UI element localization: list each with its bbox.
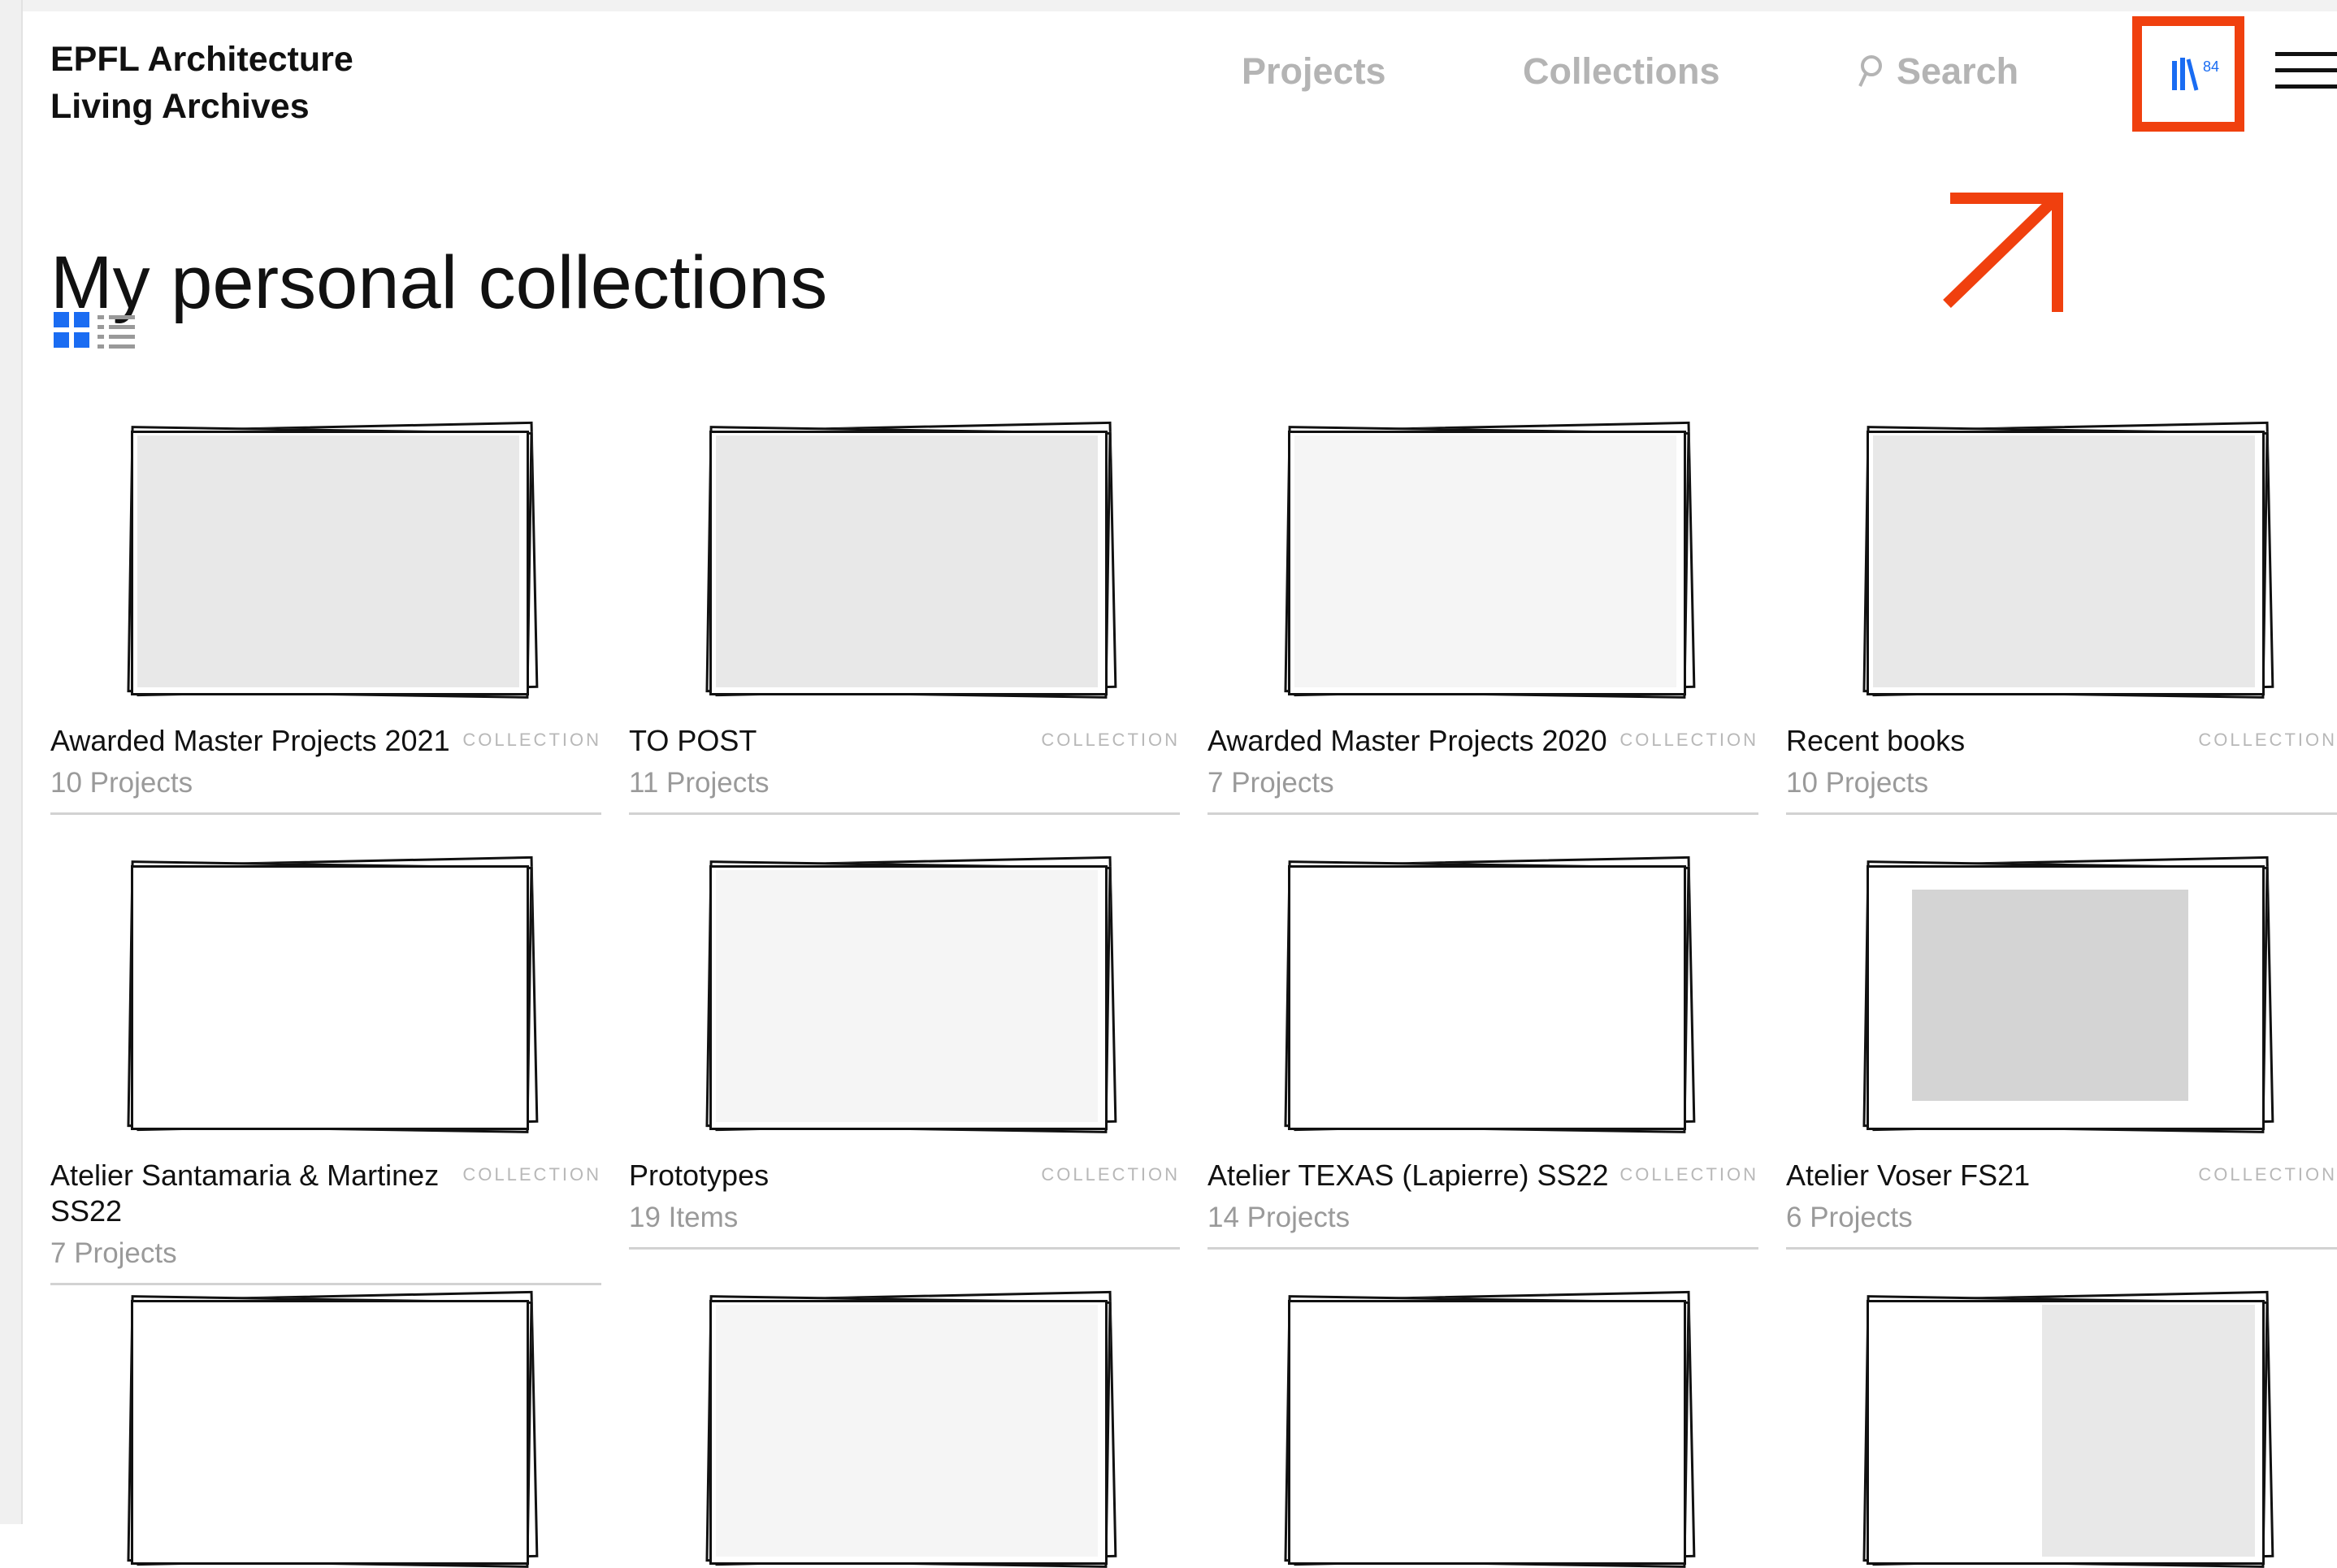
brand-line-1: EPFL Architecture: [50, 40, 353, 79]
nav-search-label: Search: [1897, 50, 2019, 92]
card-divider: [1786, 812, 2337, 815]
brand-line-2: Living Archives: [50, 87, 310, 126]
collections-count-badge: 84: [2203, 58, 2220, 75]
window-left-border: [0, 0, 23, 1524]
collection-thumbnail[interactable]: [1862, 1290, 2274, 1568]
collection-title[interactable]: TO POST: [629, 723, 1035, 759]
card-divider: [1208, 812, 1758, 815]
collection-title[interactable]: Atelier Voser FS21: [1786, 1158, 2192, 1193]
view-toggle: [54, 312, 135, 349]
page-title: My personal collections: [50, 240, 828, 324]
collection-thumbnail[interactable]: [705, 855, 1117, 1133]
collection-thumbnail[interactable]: [127, 855, 539, 1133]
collection-type-label: COLLECTION: [1041, 1164, 1180, 1185]
collection-type-label: COLLECTION: [1041, 730, 1180, 750]
hamburger-line: [2275, 84, 2337, 89]
collection-count: 10 Projects: [50, 767, 193, 799]
collection-type-label: COLLECTION: [1619, 730, 1758, 750]
collection-title[interactable]: Awarded Master Projects 2021: [50, 723, 457, 759]
hamburger-line: [2275, 52, 2337, 56]
collection-title[interactable]: Awarded Master Projects 2020: [1208, 723, 1614, 759]
site-logo[interactable]: EPFL Architecture Living Archives: [50, 36, 353, 130]
card-divider: [629, 1247, 1180, 1250]
collection-count: 14 Projects: [1208, 1202, 1351, 1233]
collection-count: 19 Items: [629, 1202, 739, 1233]
card-divider: [50, 812, 601, 815]
collection-title[interactable]: Recent books: [1786, 723, 2192, 759]
collection-count: 7 Projects: [1208, 767, 1334, 799]
card-divider: [1786, 1247, 2337, 1250]
window-top-border: [0, 0, 2337, 11]
collection-thumbnail[interactable]: [1284, 855, 1696, 1133]
collection-thumbnail[interactable]: [1284, 421, 1696, 699]
search-icon: [1858, 55, 1882, 87]
nav-collections[interactable]: Collections: [1523, 50, 1720, 93]
collection-type-label: COLLECTION: [462, 730, 601, 750]
collection-thumbnail[interactable]: [127, 1290, 539, 1568]
collection-title[interactable]: Prototypes: [629, 1158, 1035, 1193]
collection-type-label: COLLECTION: [2198, 1164, 2337, 1185]
hamburger-line: [2275, 68, 2337, 72]
grid-view-icon[interactable]: [54, 312, 89, 348]
nav-search[interactable]: Search: [1858, 50, 2018, 93]
collection-type-label: COLLECTION: [1619, 1164, 1758, 1185]
collection-count: 10 Projects: [1786, 767, 1929, 799]
collection-title[interactable]: Atelier Santamaria & Martinez SS22: [50, 1158, 457, 1229]
collection-thumbnail[interactable]: [705, 421, 1117, 699]
nav-projects[interactable]: Projects: [1242, 50, 1386, 93]
my-collections-button[interactable]: 84: [2132, 16, 2244, 132]
collection-count: 11 Projects: [629, 767, 770, 799]
card-divider: [1208, 1247, 1758, 1250]
collection-thumbnail[interactable]: [1862, 421, 2274, 699]
collection-thumbnail[interactable]: [1862, 855, 2274, 1133]
card-divider: [50, 1283, 601, 1285]
collection-count: 6 Projects: [1786, 1202, 1913, 1233]
card-divider: [629, 812, 1180, 815]
list-view-icon[interactable]: [98, 312, 135, 349]
collection-thumbnail[interactable]: [705, 1290, 1117, 1568]
collection-thumbnail[interactable]: [1284, 1290, 1696, 1568]
collection-title[interactable]: Atelier TEXAS (Lapierre) SS22: [1208, 1158, 1614, 1193]
highlight-arrow-icon: [1943, 193, 2063, 312]
collection-count: 7 Projects: [50, 1237, 177, 1269]
collection-type-label: COLLECTION: [2198, 730, 2337, 750]
collection-type-label: COLLECTION: [462, 1164, 601, 1185]
menu-button[interactable]: [2275, 52, 2337, 89]
collection-thumbnail[interactable]: [127, 421, 539, 699]
